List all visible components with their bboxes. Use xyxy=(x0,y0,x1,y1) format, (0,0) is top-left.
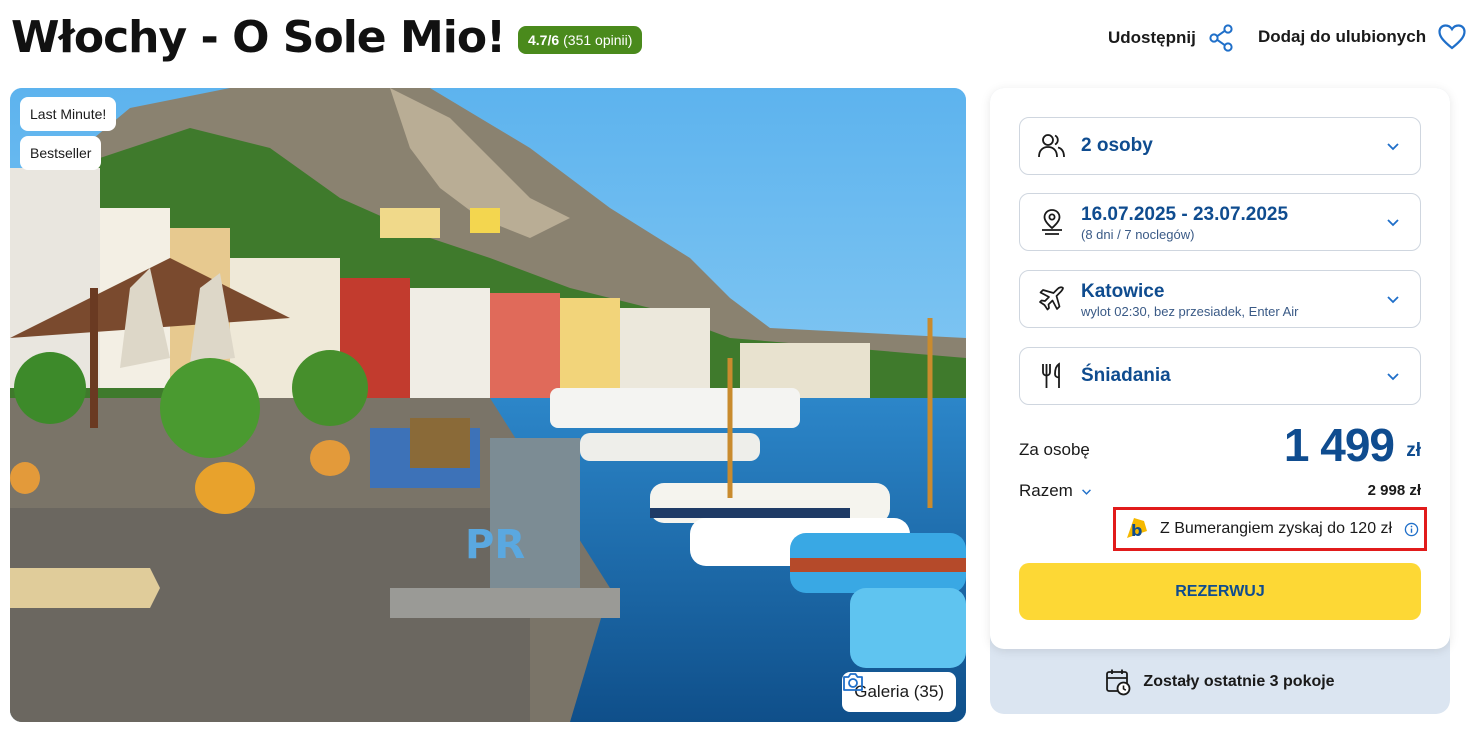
plane-icon xyxy=(1039,286,1064,311)
departure-city: Katowice xyxy=(1081,281,1165,302)
svg-text:b: b xyxy=(1131,521,1142,540)
cutlery-icon xyxy=(1042,362,1060,388)
badge-bestseller: Bestseller xyxy=(20,136,102,170)
rating-badge[interactable]: 4.7/6 (351 opinii) xyxy=(518,26,643,54)
badge-last-minute: Last Minute! xyxy=(20,97,117,131)
guests-select[interactable]: 2 osoby xyxy=(1019,117,1421,175)
price-currency: zł xyxy=(1406,440,1421,461)
harbor-scene-image: PR xyxy=(10,88,966,722)
booking-panel: 2 osoby 16.07.2025 - 23.07.2025 (8 dni /… xyxy=(990,88,1450,649)
reserve-button[interactable]: REZERWUJ xyxy=(1019,563,1421,620)
board-value: Śniadania xyxy=(1081,365,1171,386)
dates-select[interactable]: 16.07.2025 - 23.07.2025 (8 dni / 7 nocle… xyxy=(1019,193,1421,251)
favorite-button[interactable]: Dodaj do ulubionych xyxy=(1258,24,1466,50)
chevron-down-icon xyxy=(1387,143,1399,151)
total-label: Razem xyxy=(1019,481,1073,500)
rating-reviews: (351 opinii) xyxy=(563,32,633,48)
rooms-left-text: Zostały ostatnie 3 pokoje xyxy=(1143,673,1335,690)
chevron-down-icon xyxy=(1081,488,1091,495)
chevron-down-icon xyxy=(1387,219,1399,227)
dates-value: 16.07.2025 - 23.07.2025 xyxy=(1081,204,1289,225)
price-per-person: 1 499 xyxy=(1283,419,1395,471)
share-icon xyxy=(1209,24,1233,52)
calendar-pin-icon xyxy=(1042,209,1062,235)
page-title: Włochy - O Sole Mio! xyxy=(11,12,506,63)
bumerang-promo[interactable]: b Z Bumerangiem zyskaj do 120 zł xyxy=(1113,507,1427,551)
share-label: Udostępnij xyxy=(1108,28,1196,47)
chevron-down-icon xyxy=(1387,373,1399,381)
total-price: 2 998 zł xyxy=(1367,482,1421,499)
info-icon[interactable] xyxy=(1404,522,1419,537)
hero-photo[interactable]: PR Last Minute! Bestseller Galeria (35) xyxy=(10,88,966,722)
rating-score: 4.7/6 xyxy=(528,32,560,48)
rooms-left-notice: Zostały ostatnie 3 pokoje xyxy=(990,668,1450,696)
per-person-label: Za osobę xyxy=(1019,440,1090,459)
gallery-button[interactable]: Galeria (35) xyxy=(842,672,956,712)
gallery-label: Galeria (35) xyxy=(854,682,944,701)
chevron-down-icon xyxy=(1387,296,1399,304)
people-icon xyxy=(1038,134,1065,158)
bumerang-text: Z Bumerangiem zyskaj do 120 zł xyxy=(1160,520,1393,537)
favorite-label: Dodaj do ulubionych xyxy=(1258,27,1427,46)
calendar-clock-icon xyxy=(1106,669,1131,696)
departure-select[interactable]: Katowice wylot 02:30, bez przesiadek, En… xyxy=(1019,270,1421,328)
bumerang-logo-icon: b xyxy=(1127,518,1147,540)
dates-duration: (8 dni / 7 noclegów) xyxy=(1081,227,1195,242)
svg-text:PR: PR xyxy=(465,522,525,568)
camera-icon xyxy=(843,673,864,691)
share-button[interactable]: Udostępnij xyxy=(1108,24,1234,52)
board-select[interactable]: Śniadania xyxy=(1019,347,1421,405)
total-toggle[interactable]: Razem xyxy=(1019,481,1092,501)
guests-value: 2 osoby xyxy=(1081,135,1153,156)
heart-icon xyxy=(1438,24,1466,50)
departure-details: wylot 02:30, bez przesiadek, Enter Air xyxy=(1081,304,1299,319)
